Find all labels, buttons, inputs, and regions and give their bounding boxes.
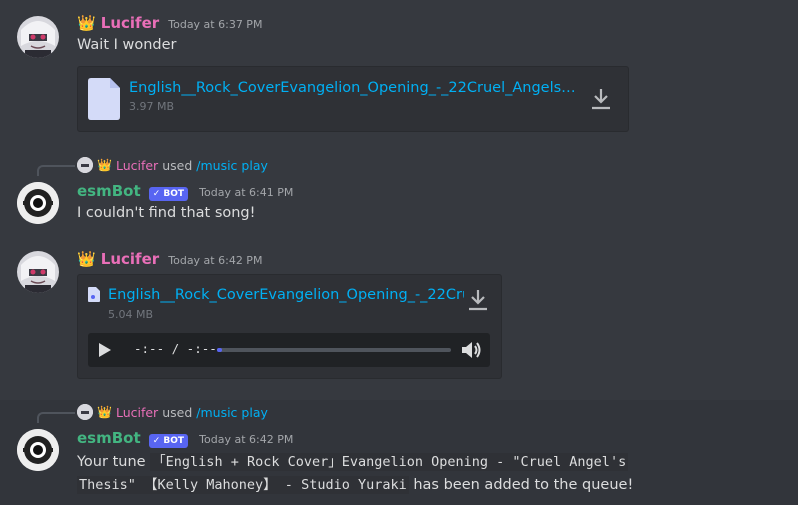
message-text: Wait I wonder bbox=[77, 37, 177, 53]
inline-code-line2: Thesis" 【Kelly Mahoney】 - Studio Yuraki bbox=[77, 476, 409, 494]
reply-author[interactable]: Lucifer bbox=[116, 158, 158, 173]
bot-badge: ✓ BOT bbox=[148, 187, 189, 201]
audio-player: -:-- / -:-- bbox=[88, 333, 490, 367]
file-size: 3.97 MB bbox=[129, 100, 175, 113]
username[interactable]: Lucifer bbox=[101, 14, 159, 32]
username[interactable]: Lucifer bbox=[101, 250, 159, 268]
message-header: 👑 Lucifer Today at 6:42 PM bbox=[77, 249, 262, 268]
crown-icon: 👑 bbox=[77, 250, 96, 268]
mini-avatar bbox=[77, 157, 93, 173]
timestamp: Today at 6:42 PM bbox=[168, 254, 263, 267]
message-text-prefix: Your tune bbox=[77, 454, 146, 470]
avatar[interactable] bbox=[17, 16, 59, 58]
volume-icon[interactable] bbox=[461, 340, 483, 364]
timestamp: Today at 6:42 PM bbox=[199, 433, 294, 446]
message-header: 👑 Lucifer Today at 6:37 PM bbox=[77, 13, 262, 32]
reply-used-text: used bbox=[162, 404, 193, 420]
crown-icon: 👑 bbox=[97, 405, 112, 419]
crown-icon: 👑 bbox=[77, 14, 96, 32]
mini-avatar bbox=[77, 404, 93, 420]
message-text: I couldn't find that song! bbox=[77, 205, 256, 221]
slash-command[interactable]: /music play bbox=[196, 405, 268, 420]
avatar[interactable] bbox=[17, 251, 59, 293]
message-text: Your tune 「English + Rock Cover」Evangeli… bbox=[77, 451, 777, 497]
username[interactable]: esmBot bbox=[77, 182, 141, 200]
audio-time: -:-- / -:-- bbox=[134, 341, 217, 356]
inline-code-line1: 「English + Rock Cover」Evangelion Opening… bbox=[150, 453, 629, 471]
username[interactable]: esmBot bbox=[77, 429, 141, 447]
timestamp: Today at 6:37 PM bbox=[168, 18, 263, 31]
reply-used-text: used bbox=[162, 157, 193, 173]
message-header: esmBot ✓ BOT Today at 6:42 PM bbox=[77, 428, 293, 448]
audio-progress-fill bbox=[217, 348, 222, 352]
file-name-link[interactable]: English__Rock_CoverEvangelion_Opening_-_… bbox=[129, 80, 579, 96]
download-icon[interactable] bbox=[590, 87, 612, 115]
audio-progress-bar[interactable] bbox=[217, 348, 451, 352]
slash-command[interactable]: /music play bbox=[196, 158, 268, 173]
audio-file-name-link[interactable]: English__Rock_CoverEvangelion_Opening_-_… bbox=[108, 287, 464, 303]
audio-attachment: English__Rock_CoverEvangelion_Opening_-_… bbox=[77, 274, 502, 379]
play-icon[interactable] bbox=[98, 342, 112, 362]
file-size: 5.04 MB bbox=[108, 308, 154, 321]
timestamp: Today at 6:41 PM bbox=[199, 186, 294, 199]
message-header: esmBot ✓ BOT Today at 6:41 PM bbox=[77, 181, 293, 201]
audio-file-icon bbox=[88, 287, 100, 306]
bot-avatar[interactable] bbox=[17, 429, 59, 471]
reply-reference[interactable]: 👑 Lucifer used /music play bbox=[77, 404, 268, 420]
crown-icon: 👑 bbox=[97, 158, 112, 172]
bot-badge: ✓ BOT bbox=[148, 434, 189, 448]
file-icon bbox=[88, 78, 120, 124]
reply-reference[interactable]: 👑 Lucifer used /music play bbox=[77, 157, 268, 173]
reply-connector bbox=[37, 412, 75, 423]
message-text-suffix: has been added to the queue! bbox=[413, 477, 634, 493]
reply-author[interactable]: Lucifer bbox=[116, 405, 158, 420]
file-attachment: English__Rock_CoverEvangelion_Opening_-_… bbox=[77, 66, 629, 132]
reply-connector bbox=[37, 165, 75, 176]
bot-avatar[interactable] bbox=[17, 182, 59, 224]
download-icon[interactable] bbox=[467, 288, 489, 316]
